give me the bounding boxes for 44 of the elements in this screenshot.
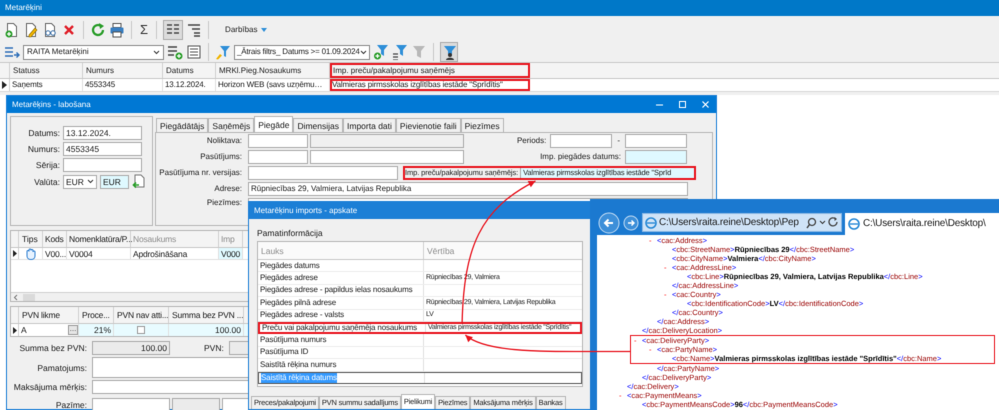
field-label: Summa bez PVN: <box>18 343 88 353</box>
table-cell: V0004 <box>67 248 131 259</box>
table-cell: V000 <box>219 248 243 259</box>
field-label: Valūta: <box>33 176 60 186</box>
field-label: Pasūtījuma nr. versijas: <box>158 168 243 178</box>
field-label: Sērija: <box>34 160 60 170</box>
table-cell-text: Pasūtījuma ID <box>260 347 308 358</box>
window-title: Metarēķinu imports - apskate <box>254 206 358 216</box>
table-cell: V00... <box>43 248 67 259</box>
table-cell: 4553345 <box>83 79 163 91</box>
table-cell-text: Preču vai pakalpojumu saņēmēja nosaukums <box>262 323 417 334</box>
table-cell: 100.00 <box>169 324 244 336</box>
table-cell-text: Piegādes pilnā adrese <box>260 298 336 308</box>
table-cell: 21% <box>79 324 114 336</box>
table-cell-text: Piegādes adrese <box>260 273 318 284</box>
field-label: Pamatojums: <box>36 362 88 372</box>
address-text: C:\Users\raita.reine\Desktop\Pep <box>659 218 799 228</box>
window-title: Metarēķins - labošana <box>12 100 91 110</box>
field-label: Piezīmes: <box>206 198 243 208</box>
table-cell-text: Piegādes datums <box>260 260 320 271</box>
field-label: Numurs: <box>26 144 60 154</box>
field-label: Pasūtījums: <box>199 152 243 162</box>
section-title: Pamatinformācija <box>257 228 324 238</box>
tab-title: C:\Users\raita.reine\Desktop\ <box>863 219 986 229</box>
table-cell: Horizon WEB (savs uzņēmu… <box>216 79 330 91</box>
field-label: Adrese: <box>213 184 243 194</box>
table-cell: 13.12.2024. <box>163 79 216 91</box>
separator-text: - <box>616 136 621 146</box>
table-cell: A <box>21 325 27 335</box>
table-cell-text: Saistītā rēķina datums <box>261 372 337 383</box>
field-label: PVN: <box>204 343 224 353</box>
table-cell: Saņemts <box>10 79 83 91</box>
field-label: Imp. piegādes datums: <box>540 152 621 162</box>
table-cell-text: Pasūtījuma numurs <box>260 335 326 346</box>
field-label: Maksājuma mērķis: <box>12 382 88 392</box>
window-title: Metarēķini <box>5 3 42 13</box>
table-cell-text: Piegādes adrese - papildus ielas nosaukums <box>260 285 412 296</box>
field-label: Pazīme: <box>54 400 88 410</box>
field-label: Periods: <box>516 136 546 146</box>
field-label: Noliktava: <box>206 136 243 146</box>
field-label: Datums: <box>27 128 60 138</box>
table-cell: Valmieras pirmsskolas izglītības iestāde "Sprīdītis" <box>330 79 530 91</box>
table-cell-text: Saistītā rēķina numurs <box>260 360 336 370</box>
table-cell-text: Piegādes adrese - valsts <box>260 310 344 320</box>
